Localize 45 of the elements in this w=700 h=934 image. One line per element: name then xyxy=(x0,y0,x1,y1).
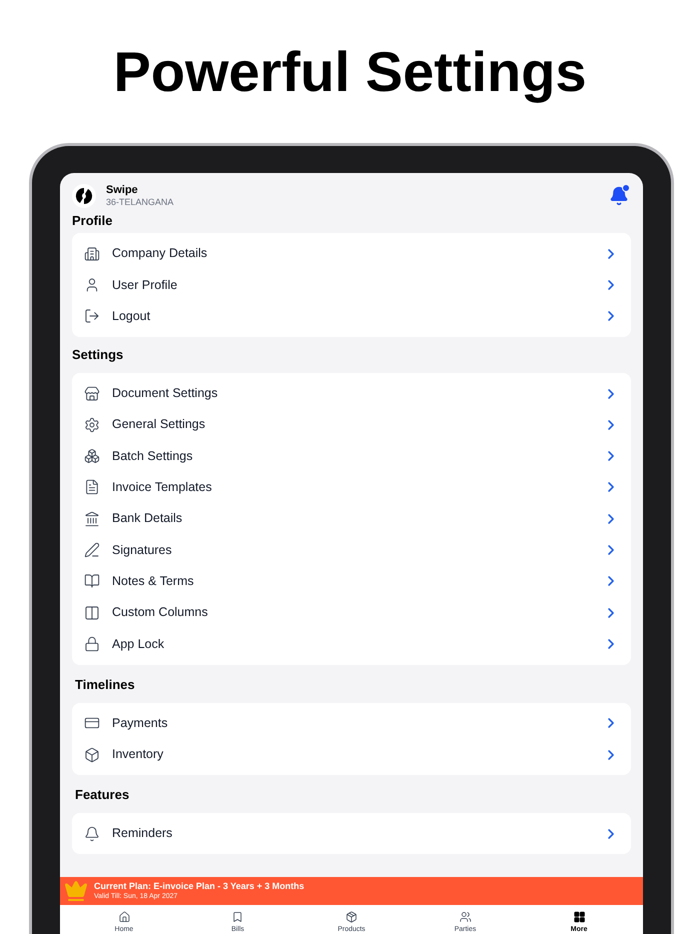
settings-row[interactable]: Payments xyxy=(72,708,631,739)
people-icon xyxy=(458,911,472,923)
settings-row[interactable]: User Profile xyxy=(72,269,631,301)
settings-row[interactable]: Inventory xyxy=(72,738,631,770)
section-title: Timelines xyxy=(74,676,136,694)
building-icon xyxy=(84,246,100,262)
bell-icon xyxy=(84,826,100,842)
settings-row[interactable]: Logout xyxy=(72,300,631,332)
home-icon xyxy=(118,911,130,923)
bookmark-icon xyxy=(231,911,244,923)
settings-row[interactable]: Signatures xyxy=(72,534,631,566)
section-title: Features xyxy=(74,786,130,804)
box-icon xyxy=(84,746,100,762)
store-icon xyxy=(84,386,100,402)
settings-row[interactable]: Custom Columns xyxy=(72,596,631,628)
section-title: Profile xyxy=(72,212,114,230)
crown-icon xyxy=(64,879,88,903)
logout-icon xyxy=(84,308,100,324)
settings-row[interactable]: Invoice Templates xyxy=(72,472,631,504)
settings-row[interactable]: Reminders xyxy=(72,818,631,850)
book-icon xyxy=(84,573,100,590)
company-state: 36-TELANGANA xyxy=(106,197,174,208)
settings-icon xyxy=(84,416,100,433)
boxes-icon xyxy=(84,448,100,464)
plan-title: Current Plan: E-invoice Plan - 3 Years + 3 Months xyxy=(94,881,304,892)
company-name: Swipe xyxy=(106,184,139,197)
pen-icon xyxy=(84,542,100,558)
user-icon xyxy=(84,276,100,293)
grid-icon xyxy=(572,911,586,923)
columns-icon xyxy=(84,604,100,621)
box-icon xyxy=(345,911,358,923)
lock-icon xyxy=(84,636,100,652)
bank-icon xyxy=(84,510,100,527)
headline: Powerful Settings xyxy=(114,39,586,105)
settings-row[interactable]: Notes & Terms xyxy=(72,566,631,597)
settings-row[interactable]: Company Details xyxy=(72,238,631,270)
settings-row[interactable]: Document Settings xyxy=(72,378,631,410)
settings-row[interactable]: App Lock xyxy=(72,628,631,660)
settings-row[interactable]: General Settings xyxy=(72,409,631,440)
document-icon xyxy=(84,479,100,496)
section-title: Settings xyxy=(72,346,124,364)
logo-icon xyxy=(72,184,96,208)
bell-icon xyxy=(609,186,629,206)
settings-row[interactable]: Batch Settings xyxy=(72,440,631,472)
settings-row[interactable]: Bank Details xyxy=(72,503,631,534)
